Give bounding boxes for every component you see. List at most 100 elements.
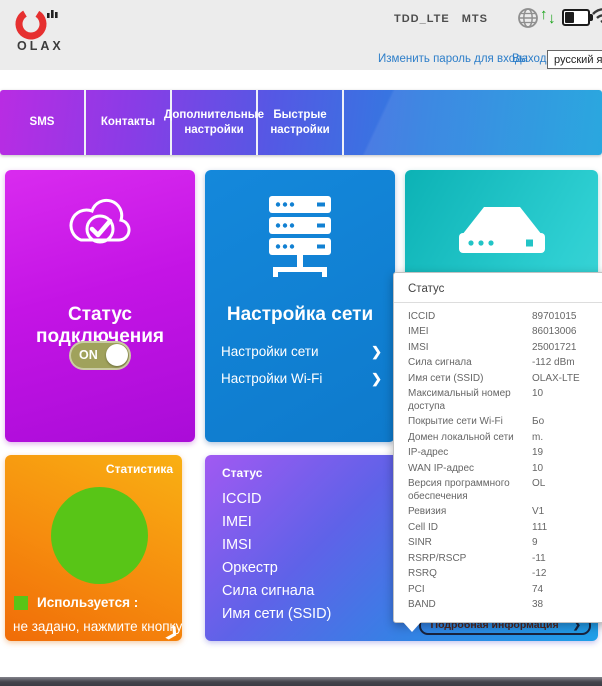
header: OLAX TDD_LTE MTS ↑ ↓ Изменить пароль для … bbox=[0, 0, 602, 70]
popup-row-value: -12 bbox=[532, 568, 546, 581]
popup-status-row: ICCID 89701015 bbox=[408, 309, 602, 325]
popup-row-value: 10 bbox=[532, 388, 543, 413]
popup-status-row: SINR 9 bbox=[408, 536, 602, 552]
popup-row-value: -112 dBm bbox=[532, 357, 575, 370]
logout-link[interactable]: Выход bbox=[512, 53, 546, 65]
olax-logo-icon bbox=[14, 5, 68, 43]
popup-row-label: WAN IP-адрес bbox=[408, 463, 522, 476]
server-icon bbox=[259, 194, 341, 282]
language-select[interactable]: русский язык bbox=[547, 50, 602, 69]
popup-row-value: 38 bbox=[532, 599, 543, 612]
popup-tail-pointer bbox=[403, 622, 421, 632]
connection-toggle[interactable]: ON bbox=[69, 341, 131, 370]
nav-tab-label: Контакты bbox=[101, 115, 155, 130]
cloud-check-icon bbox=[61, 196, 139, 254]
usage-legend: Используется : bbox=[14, 595, 138, 610]
statistics-card-title: Статистика bbox=[106, 462, 173, 476]
menu-item-label: Настройки Wi-Fi bbox=[221, 371, 322, 386]
legend-swatch bbox=[14, 596, 28, 610]
nav-tab[interactable]: Контакты bbox=[86, 90, 172, 155]
popup-row-value: 74 bbox=[532, 584, 543, 597]
popup-row-label: IMEI bbox=[408, 326, 522, 339]
chevron-right-icon: ❯ bbox=[371, 343, 382, 361]
status-row-label: IMSI bbox=[222, 537, 252, 553]
popup-row-label: Имя сети (SSID) bbox=[408, 373, 522, 386]
status-row-label: IMEI bbox=[222, 514, 252, 530]
popup-row-label: Максимальный номер доступа bbox=[408, 388, 522, 413]
network-menu-item[interactable]: Настройки сети ❯ bbox=[221, 343, 382, 370]
popup-status-row: Cell ID 111 bbox=[408, 520, 602, 536]
popup-row-label: SINR bbox=[408, 537, 522, 550]
network-card-menu: Настройки сети ❯ Настройки Wi-Fi ❯ bbox=[221, 343, 382, 397]
popup-status-row: WAN IP-адрес 10 bbox=[408, 461, 602, 477]
status-row-label: ICCID bbox=[222, 491, 261, 507]
popup-row-label: RSRQ bbox=[408, 568, 522, 581]
download-arrow-icon: ↓ bbox=[548, 10, 556, 27]
brand-name: OLAX bbox=[17, 39, 64, 53]
nav-tab[interactable]: Быстрые настройки bbox=[258, 90, 344, 155]
wifi-icon bbox=[591, 5, 602, 27]
popup-status-row: Ревизия V1 bbox=[408, 505, 602, 521]
popup-status-row: PCI 74 bbox=[408, 582, 602, 598]
popup-row-value: Бо bbox=[532, 416, 544, 429]
popup-row-value: OL bbox=[532, 478, 545, 503]
operator-label: MTS bbox=[462, 13, 488, 25]
popup-status-row: Максимальный номер доступа 10 bbox=[408, 387, 602, 415]
popup-row-value: 111 bbox=[532, 522, 547, 535]
main-nav: SMS Контакты Дополнительные настройкиБыстр… bbox=[0, 90, 602, 155]
popup-row-value: 9 bbox=[532, 537, 538, 550]
statistics-card: Статистика Используется : не задано, наж… bbox=[5, 455, 182, 641]
network-card-title: Настройка сети bbox=[205, 304, 395, 326]
popup-row-label: Ревизия bbox=[408, 506, 522, 519]
nav-tab-label: Дополнительные настройки bbox=[164, 108, 264, 138]
popup-row-label: RSRP/RSCP bbox=[408, 553, 522, 566]
popup-row-value: 19 bbox=[532, 447, 543, 460]
usage-pie-chart bbox=[51, 487, 148, 584]
status-row-label: Сила сигнала bbox=[222, 583, 314, 599]
popup-row-label: Cell ID bbox=[408, 522, 522, 535]
popup-status-row: Имя сети (SSID) OLAX-LTE bbox=[408, 371, 602, 387]
globe-icon bbox=[517, 7, 539, 29]
change-password-link[interactable]: Изменить пароль для входа bbox=[378, 53, 528, 65]
battery-icon bbox=[562, 9, 590, 26]
network-mode-label: TDD_LTE bbox=[394, 13, 450, 25]
chevron-right-icon: ❯ bbox=[371, 370, 382, 388]
popup-status-row: Покрытие сети Wi-Fi Бо bbox=[408, 415, 602, 431]
popup-row-value: -11 bbox=[532, 553, 546, 566]
popup-row-label: IP-адрес bbox=[408, 447, 522, 460]
popup-row-label: ICCID bbox=[408, 311, 522, 324]
toggle-on-label: ON bbox=[79, 348, 98, 362]
toggle-knob[interactable] bbox=[106, 344, 128, 366]
status-row-label: Имя сети (SSID) bbox=[222, 606, 331, 622]
popup-rows: ICCID 89701015 IMEI 86013006 IMSI 250017… bbox=[394, 303, 602, 622]
popup-row-label: IMSI bbox=[408, 342, 522, 355]
popup-status-row: RSRQ -12 bbox=[408, 567, 602, 583]
popup-status-row: BAND 38 bbox=[408, 598, 602, 614]
status-row-label: Оркестр bbox=[222, 560, 278, 576]
upload-arrow-icon: ↑ bbox=[540, 6, 548, 23]
popup-row-value: 25001721 bbox=[532, 342, 577, 355]
statistics-hint[interactable]: не задано, нажмите кнопку bbox=[13, 619, 182, 634]
status-popup: Статус ICCID 89701015 IMEI 86013006 IMSI… bbox=[393, 272, 602, 623]
menu-item-label: Настройки сети bbox=[221, 344, 318, 359]
connection-status-card: Статус подключения ON bbox=[5, 170, 195, 442]
popup-row-label: Сила сигнала bbox=[408, 357, 522, 370]
legend-label: Используется : bbox=[37, 595, 138, 610]
network-menu-item[interactable]: Настройки Wi-Fi ❯ bbox=[221, 370, 382, 397]
popup-row-value: 86013006 bbox=[532, 326, 577, 339]
popup-status-row: RSRP/RSCP -11 bbox=[408, 551, 602, 567]
popup-row-label: Покрытие сети Wi-Fi bbox=[408, 416, 522, 429]
nav-tab[interactable]: SMS bbox=[0, 90, 86, 155]
popup-row-value: V1 bbox=[532, 506, 544, 519]
battery-level bbox=[565, 12, 574, 23]
network-status-text: TDD_LTE MTS bbox=[394, 13, 500, 25]
popup-status-row: Сила сигнала -112 dBm bbox=[408, 356, 602, 372]
popup-row-label: PCI bbox=[408, 584, 522, 597]
nav-tab[interactable]: Дополнительные настройки bbox=[172, 90, 258, 155]
window-bottom-border bbox=[0, 677, 602, 686]
popup-row-value: OLAX-LTE bbox=[532, 373, 580, 386]
popup-row-value: 89701015 bbox=[532, 311, 577, 324]
nav-tab-label: SMS bbox=[30, 115, 55, 130]
popup-title: Статус bbox=[394, 273, 602, 303]
popup-status-row: IMSI 25001721 bbox=[408, 340, 602, 356]
